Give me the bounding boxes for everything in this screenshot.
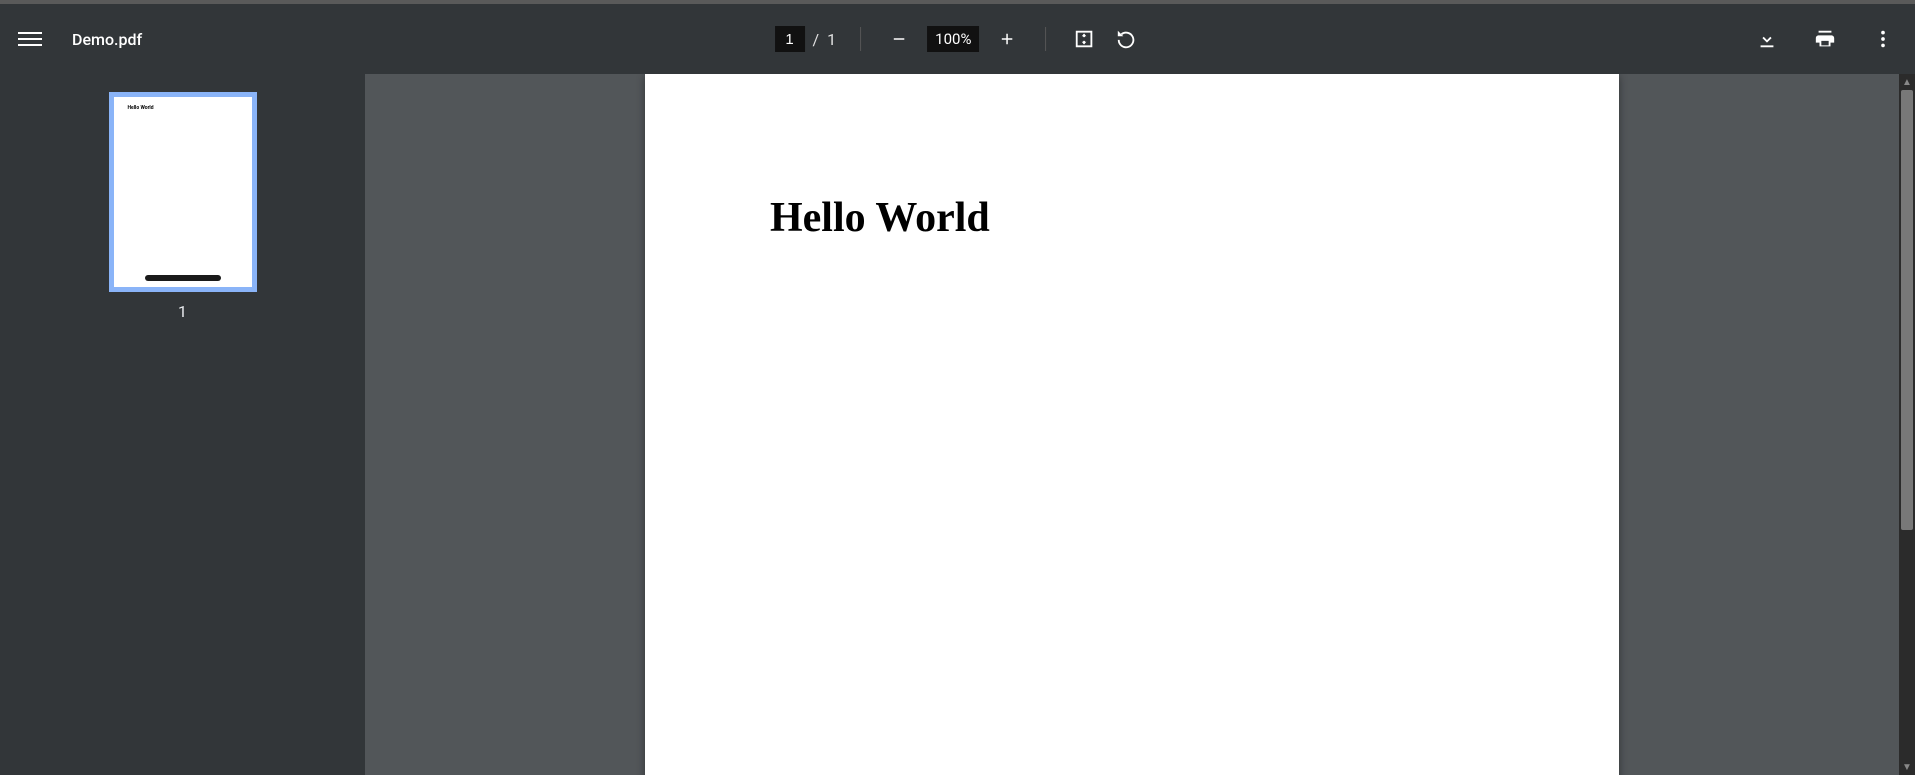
- page-number-input[interactable]: [775, 26, 805, 52]
- document-page: Hello World: [645, 74, 1619, 775]
- page-thumbnail[interactable]: Hello World: [109, 92, 257, 292]
- thumbnail-heading: Hello World: [128, 105, 244, 111]
- zoom-out-button[interactable]: [885, 25, 913, 53]
- page-separator: /: [813, 30, 820, 49]
- page-heading: Hello World: [770, 194, 1494, 242]
- zoom-in-button[interactable]: [993, 25, 1021, 53]
- toolbar-divider: [1045, 27, 1046, 51]
- thumbnail-footer-bar: [145, 275, 221, 281]
- page-indicator: / 1: [775, 26, 837, 52]
- plus-icon: [998, 30, 1016, 48]
- main-area: Hello World 1 Hello World ▲ ▼: [0, 74, 1915, 775]
- document-title: Demo.pdf: [72, 30, 142, 49]
- scroll-thumb[interactable]: [1901, 90, 1913, 530]
- toolbar-right: [1753, 25, 1897, 53]
- toolbar-divider: [860, 27, 861, 51]
- download-icon: [1756, 28, 1778, 50]
- hamburger-icon: [18, 32, 42, 34]
- scroll-up-arrow[interactable]: ▲: [1899, 74, 1915, 90]
- download-button[interactable]: [1753, 25, 1781, 53]
- toolbar-center: / 1 100%: [775, 25, 1141, 53]
- thumbnail-page-label: 1: [178, 302, 187, 321]
- scroll-down-arrow[interactable]: ▼: [1899, 759, 1915, 775]
- toolbar: Demo.pdf / 1 100%: [0, 4, 1915, 74]
- document-viewer[interactable]: Hello World: [365, 74, 1899, 775]
- print-button[interactable]: [1811, 25, 1839, 53]
- zoom-level[interactable]: 100%: [927, 26, 979, 52]
- toolbar-left: Demo.pdf: [18, 27, 142, 51]
- more-vert-icon: [1872, 28, 1894, 50]
- thumbnail-sidebar: Hello World 1: [0, 74, 365, 775]
- fit-page-button[interactable]: [1070, 25, 1098, 53]
- minus-icon: [890, 30, 908, 48]
- rotate-button[interactable]: [1112, 25, 1140, 53]
- vertical-scrollbar[interactable]: ▲ ▼: [1899, 74, 1915, 775]
- menu-button[interactable]: [18, 27, 42, 51]
- more-button[interactable]: [1869, 25, 1897, 53]
- rotate-icon: [1115, 28, 1137, 50]
- fit-page-icon: [1073, 28, 1095, 50]
- print-icon: [1814, 28, 1836, 50]
- page-total: 1: [827, 30, 836, 49]
